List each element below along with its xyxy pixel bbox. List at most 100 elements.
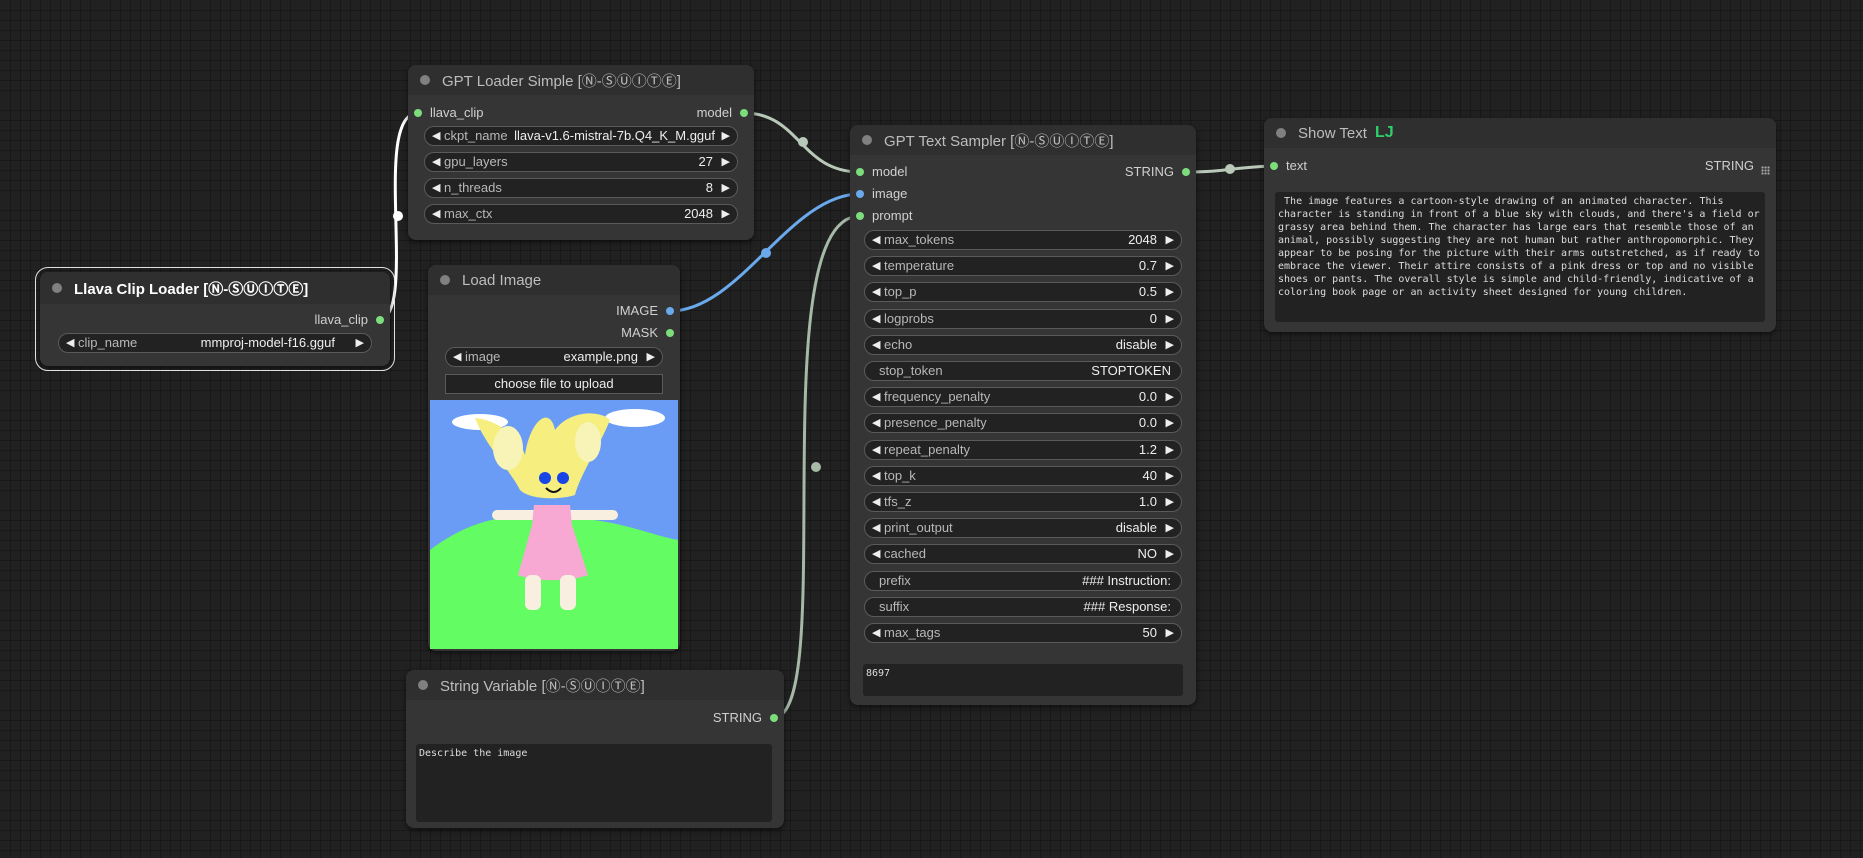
decrement-arrow-icon[interactable]: ◀: [872, 283, 880, 301]
increment-arrow-icon[interactable]: ▶: [1166, 257, 1174, 275]
prompt-input-pin[interactable]: [856, 212, 864, 220]
logprobs-widget[interactable]: ◀ logprobs 0 ▶: [864, 308, 1182, 329]
decrement-arrow-icon[interactable]: ◀: [66, 334, 74, 352]
decrement-arrow-icon[interactable]: ◀: [872, 519, 880, 537]
wire-image-midpoint[interactable]: [761, 248, 771, 258]
echo-widget[interactable]: ◀ echo disable ▶: [864, 334, 1182, 355]
decrement-arrow-icon[interactable]: ◀: [432, 179, 440, 197]
wire-model-midpoint[interactable]: [798, 137, 808, 147]
decrement-arrow-icon[interactable]: ◀: [872, 545, 880, 563]
decrement-arrow-icon[interactable]: ◀: [872, 336, 880, 354]
load-image-node[interactable]: Load Image IMAGE MASK ◀ image example.pn…: [428, 265, 680, 651]
gpt-loader-node[interactable]: GPT Loader Simple [Ⓝ-ⓈⓊⒾⓉⒺ] llava_clip m…: [408, 65, 754, 240]
decrement-arrow-icon[interactable]: ◀: [872, 257, 880, 275]
list-output-icon[interactable]: [1761, 166, 1770, 175]
seed-text-area[interactable]: 8697: [863, 664, 1183, 696]
gpt-text-sampler-title[interactable]: GPT Text Sampler [Ⓝ-ⓈⓊⒾⓉⒺ]: [850, 125, 1196, 155]
increment-arrow-icon[interactable]: ▶: [722, 127, 730, 145]
collapse-dot-icon[interactable]: [1276, 128, 1286, 138]
increment-arrow-icon[interactable]: ▶: [1166, 283, 1174, 301]
decrement-arrow-icon[interactable]: ◀: [872, 624, 880, 642]
wire-llava-clip-midpoint[interactable]: [393, 211, 403, 221]
repeat-penalty-widget[interactable]: ◀ repeat_penalty 1.2 ▶: [864, 439, 1182, 460]
increment-arrow-icon[interactable]: ▶: [722, 205, 730, 223]
show-text-area[interactable]: The image features a cartoon-style drawi…: [1275, 192, 1765, 322]
load-image-title[interactable]: Load Image: [428, 265, 680, 295]
image-output-pin[interactable]: [666, 307, 674, 315]
decrement-arrow-icon[interactable]: ◀: [872, 414, 880, 432]
llava-clip-input-pin[interactable]: [414, 109, 422, 117]
string-output-pin[interactable]: [770, 714, 778, 722]
decrement-arrow-icon[interactable]: ◀: [432, 153, 440, 171]
string-variable-title[interactable]: String Variable [Ⓝ-ⓈⓊⒾⓉⒺ]: [406, 670, 784, 700]
presence-penalty-widget[interactable]: ◀ presence_penalty 0.0 ▶: [864, 413, 1182, 434]
string-output[interactable]: STRING: [684, 710, 784, 726]
n-threads-widget[interactable]: ◀ n_threads 8 ▶: [424, 178, 738, 198]
clip-name-widget[interactable]: ◀ clip_name mmproj-model-f16.gguf ▶: [58, 333, 372, 353]
gpt-loader-title[interactable]: GPT Loader Simple [Ⓝ-ⓈⓊⒾⓉⒺ]: [408, 65, 754, 95]
tfs-z-widget[interactable]: ◀ tfs_z 1.0 ▶: [864, 492, 1182, 512]
increment-arrow-icon[interactable]: ▶: [356, 334, 364, 352]
increment-arrow-icon[interactable]: ▶: [1166, 336, 1174, 354]
increment-arrow-icon[interactable]: ▶: [1166, 441, 1174, 459]
prompt-input[interactable]: prompt: [850, 208, 950, 224]
gpt-text-sampler-node[interactable]: GPT Text Sampler [Ⓝ-ⓈⓊⒾⓉⒺ] model image p…: [850, 125, 1196, 705]
mask-output-pin[interactable]: [666, 329, 674, 337]
string-variable-node[interactable]: String Variable [Ⓝ-ⓈⓊⒾⓉⒺ] STRING Describ…: [406, 670, 784, 828]
image-select-widget[interactable]: ◀ image example.png ▶: [445, 347, 663, 367]
decrement-arrow-icon[interactable]: ◀: [872, 493, 880, 511]
max-tokens-widget[interactable]: ◀ max_tokens 2048 ▶: [864, 230, 1182, 250]
top-k-widget[interactable]: ◀ top_k 40 ▶: [864, 465, 1182, 486]
max-ctx-widget[interactable]: ◀ max_ctx 2048 ▶: [424, 204, 738, 224]
model-input-pin[interactable]: [856, 168, 864, 176]
image-input-pin[interactable]: [856, 190, 864, 198]
decrement-arrow-icon[interactable]: ◀: [432, 127, 440, 145]
model-output-pin[interactable]: [740, 109, 748, 117]
model-output[interactable]: model: [634, 105, 754, 121]
text-input[interactable]: text: [1264, 158, 1364, 174]
collapse-dot-icon[interactable]: [440, 275, 450, 285]
model-input[interactable]: model: [850, 164, 950, 180]
collapse-dot-icon[interactable]: [418, 680, 428, 690]
image-output[interactable]: IMAGE: [580, 303, 680, 319]
increment-arrow-icon[interactable]: ▶: [1166, 310, 1174, 328]
max-tags-widget[interactable]: ◀ max_tags 50 ▶: [864, 623, 1182, 643]
decrement-arrow-icon[interactable]: ◀: [872, 231, 880, 249]
top-p-widget[interactable]: ◀ top_p 0.5 ▶: [864, 282, 1182, 303]
increment-arrow-icon[interactable]: ▶: [1166, 493, 1174, 511]
gpu-layers-widget[interactable]: ◀ gpu_layers 27 ▶: [424, 152, 738, 172]
increment-arrow-icon[interactable]: ▶: [1166, 414, 1174, 432]
increment-arrow-icon[interactable]: ▶: [1166, 519, 1174, 537]
wire-prompt-midpoint[interactable]: [811, 462, 821, 472]
image-input[interactable]: image: [850, 186, 950, 202]
wire-string-midpoint[interactable]: [1225, 164, 1235, 174]
suffix-widget[interactable]: suffix ### Response:: [864, 596, 1182, 617]
stop-token-widget[interactable]: stop_token STOPTOKEN: [864, 361, 1182, 381]
cached-widget[interactable]: ◀ cached NO ▶: [864, 544, 1182, 565]
increment-arrow-icon[interactable]: ▶: [1166, 388, 1174, 406]
llava-clip-loader-node[interactable]: Llava Clip Loader [Ⓝ-ⓈⓊⒾⓉⒺ] llava_clip ◀…: [35, 267, 395, 371]
collapse-dot-icon[interactable]: [52, 283, 62, 293]
frequency-penalty-widget[interactable]: ◀ frequency_penalty 0.0 ▶: [864, 387, 1182, 408]
upload-button[interactable]: choose file to upload: [445, 374, 663, 394]
llava-clip-loader-title[interactable]: Llava Clip Loader [Ⓝ-ⓈⓊⒾⓉⒺ]: [40, 272, 390, 304]
show-text-node[interactable]: Show Text Ǉ text STRING The image featur…: [1264, 118, 1776, 332]
collapse-dot-icon[interactable]: [862, 135, 872, 145]
decrement-arrow-icon[interactable]: ◀: [872, 310, 880, 328]
sampler-string-output-pin[interactable]: [1182, 168, 1190, 176]
increment-arrow-icon[interactable]: ▶: [1166, 545, 1174, 563]
sampler-string-output[interactable]: STRING: [1096, 164, 1196, 180]
mask-output[interactable]: MASK: [580, 325, 680, 341]
decrement-arrow-icon[interactable]: ◀: [872, 388, 880, 406]
collapse-dot-icon[interactable]: [420, 75, 430, 85]
text-input-pin[interactable]: [1270, 162, 1278, 170]
temperature-widget[interactable]: ◀ temperature 0.7 ▶: [864, 256, 1182, 277]
llava-clip-output[interactable]: llava_clip: [250, 312, 390, 328]
decrement-arrow-icon[interactable]: ◀: [872, 441, 880, 459]
print-output-widget[interactable]: ◀ print_output disable ▶: [864, 518, 1182, 539]
increment-arrow-icon[interactable]: ▶: [1166, 231, 1174, 249]
increment-arrow-icon[interactable]: ▶: [1166, 467, 1174, 485]
increment-arrow-icon[interactable]: ▶: [647, 348, 655, 366]
prefix-widget[interactable]: prefix ### Instruction:: [864, 570, 1182, 591]
decrement-arrow-icon[interactable]: ◀: [453, 348, 461, 366]
